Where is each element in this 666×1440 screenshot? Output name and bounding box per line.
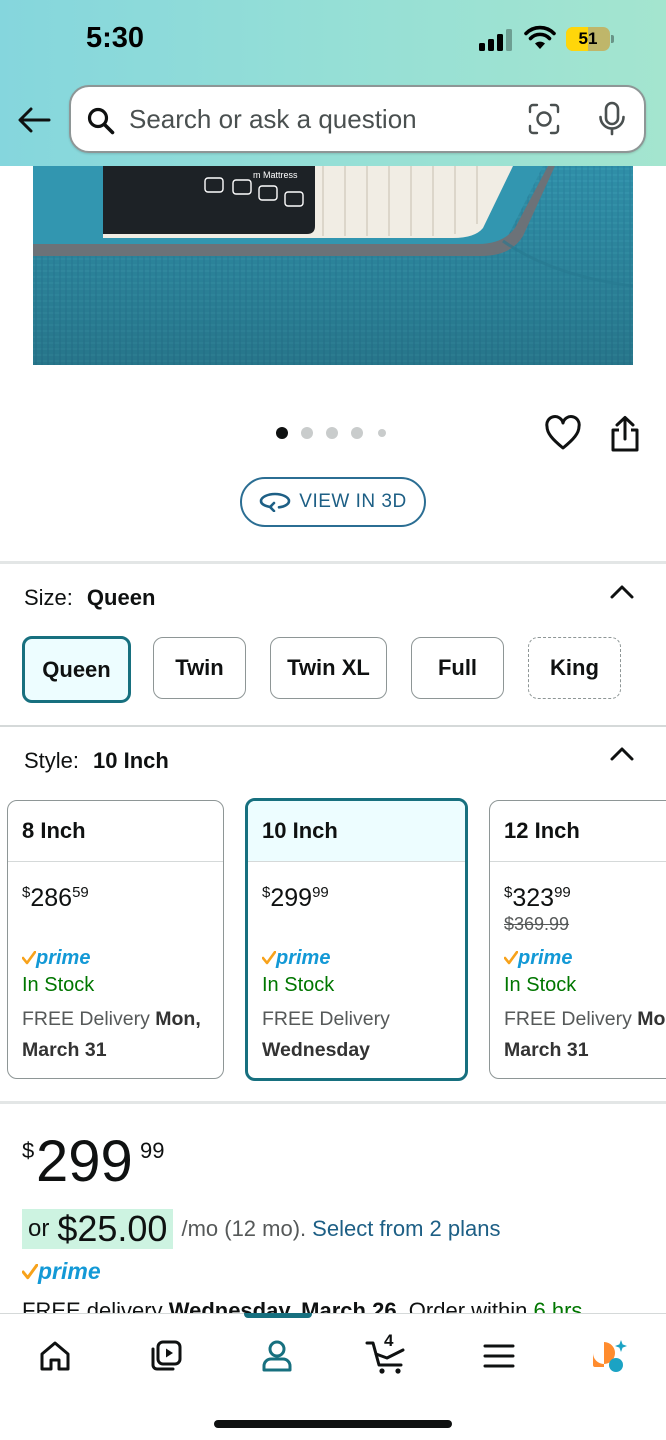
style-card-price: $28659 (22, 884, 89, 912)
nav-home[interactable] (33, 1334, 77, 1378)
search-icon (87, 107, 115, 135)
wifi-icon (524, 25, 556, 49)
hamburger-menu-icon (483, 1344, 515, 1368)
delivery-info: FREE Delivery MonMarch 31 (504, 1008, 666, 1061)
cellular-signal-icon (479, 29, 513, 51)
delivery-info: FREE Delivery Wednesday (262, 1008, 390, 1061)
mattress-photo: m Mattress (33, 166, 633, 365)
section-divider (0, 725, 666, 727)
prime-badge: prime (22, 1258, 101, 1285)
delivery-info: FREE Delivery Mon, March 31 (22, 1008, 201, 1061)
share-icon[interactable] (608, 415, 642, 453)
nav-cart[interactable]: 4 (365, 1331, 409, 1378)
stock-status: In Stock (262, 974, 335, 996)
svg-text:m Mattress: m Mattress (253, 170, 298, 180)
collapse-style-chevron-up-icon[interactable] (609, 746, 635, 762)
product-image[interactable]: m Mattress (33, 166, 633, 365)
installment-term: /mo (12 mo). (181, 1216, 307, 1241)
style-card-title: 10 Inch (248, 801, 465, 862)
size-option-king[interactable]: King (528, 637, 621, 699)
section-divider (0, 1101, 666, 1104)
nav-menu[interactable] (477, 1334, 521, 1378)
size-option-queen[interactable]: Queen (22, 636, 131, 703)
size-selected-value: Queen (86, 585, 156, 610)
search-input[interactable] (129, 95, 509, 143)
select-plans-link[interactable]: Select from 2 plans (312, 1216, 500, 1242)
active-tab-indicator (244, 1313, 312, 1318)
search-bar[interactable] (69, 85, 646, 153)
view-in-3d-label: VIEW IN 3D (299, 491, 407, 512)
home-indicator (214, 1420, 452, 1428)
cart-count-badge: 4 (384, 1331, 394, 1350)
section-divider (0, 561, 666, 564)
style-card-price: $29999 (262, 884, 329, 912)
stock-status: In Stock (22, 974, 95, 996)
view-in-3d-button[interactable]: VIEW IN 3D (240, 477, 426, 527)
rotate-3d-icon (259, 492, 291, 512)
prime-badge: prime (504, 944, 572, 972)
size-option-twin[interactable]: Twin (153, 637, 246, 699)
video-library-icon (151, 1340, 182, 1371)
prime-check-icon (22, 1263, 38, 1279)
nav-video[interactable] (144, 1334, 188, 1378)
style-label: Style: (24, 748, 80, 773)
camera-lens-icon[interactable] (527, 102, 561, 136)
installment-highlight: or $25.00 (22, 1208, 174, 1249)
microphone-icon[interactable] (597, 101, 627, 137)
prime-badge: prime (262, 944, 330, 972)
ai-assistant-icon (593, 1340, 627, 1372)
style-card-title: 12 Inch (490, 801, 666, 862)
bottom-navigation: 4 (0, 1313, 666, 1440)
style-card-title: 8 Inch (8, 801, 223, 862)
style-option-10-inch[interactable]: 10 Inch $29999 prime In Stock FREE Deliv… (245, 798, 468, 1081)
collapse-size-chevron-up-icon[interactable] (609, 584, 635, 600)
prime-check-icon (262, 951, 276, 965)
image-carousel-dots[interactable] (276, 426, 388, 440)
style-option-12-inch[interactable]: 12 Inch $32399 $369.99 prime In Stock FR… (489, 800, 666, 1079)
size-label: Size: (24, 585, 73, 610)
size-option-twin-xl[interactable]: Twin XL (270, 637, 387, 699)
delivery-message: FREE delivery Wednesday, March 26. Order… (22, 1298, 583, 1314)
size-heading: Size: Queen (24, 585, 155, 611)
back-button[interactable] (14, 100, 54, 140)
style-card-price: $32399 (504, 884, 571, 912)
style-selected-value: 10 Inch (93, 748, 169, 773)
battery-icon: 51 (566, 27, 614, 51)
stock-status: In Stock (504, 974, 577, 996)
size-option-full[interactable]: Full (411, 637, 504, 699)
style-option-8-inch[interactable]: 8 Inch $28659 prime In Stock FREE Delive… (7, 800, 224, 1079)
heart-icon[interactable] (544, 415, 582, 451)
top-header: 5:30 51 (0, 0, 666, 166)
person-icon (262, 1340, 292, 1372)
battery-level: 51 (578, 29, 598, 48)
nav-account[interactable] (255, 1334, 299, 1378)
style-heading: Style: 10 Inch (24, 748, 169, 774)
back-arrow-icon (18, 107, 51, 133)
prime-check-icon (504, 951, 518, 965)
nav-rufus-assistant[interactable] (588, 1334, 632, 1378)
status-time: 5:30 (86, 22, 145, 54)
home-icon (40, 1341, 70, 1371)
prime-check-icon (22, 951, 36, 965)
installment-offer: or $25.00 /mo (12 mo). Select from 2 plan… (22, 1208, 500, 1249)
prime-badge: prime (22, 944, 90, 972)
style-card-list-price: $369.99 (504, 914, 570, 934)
